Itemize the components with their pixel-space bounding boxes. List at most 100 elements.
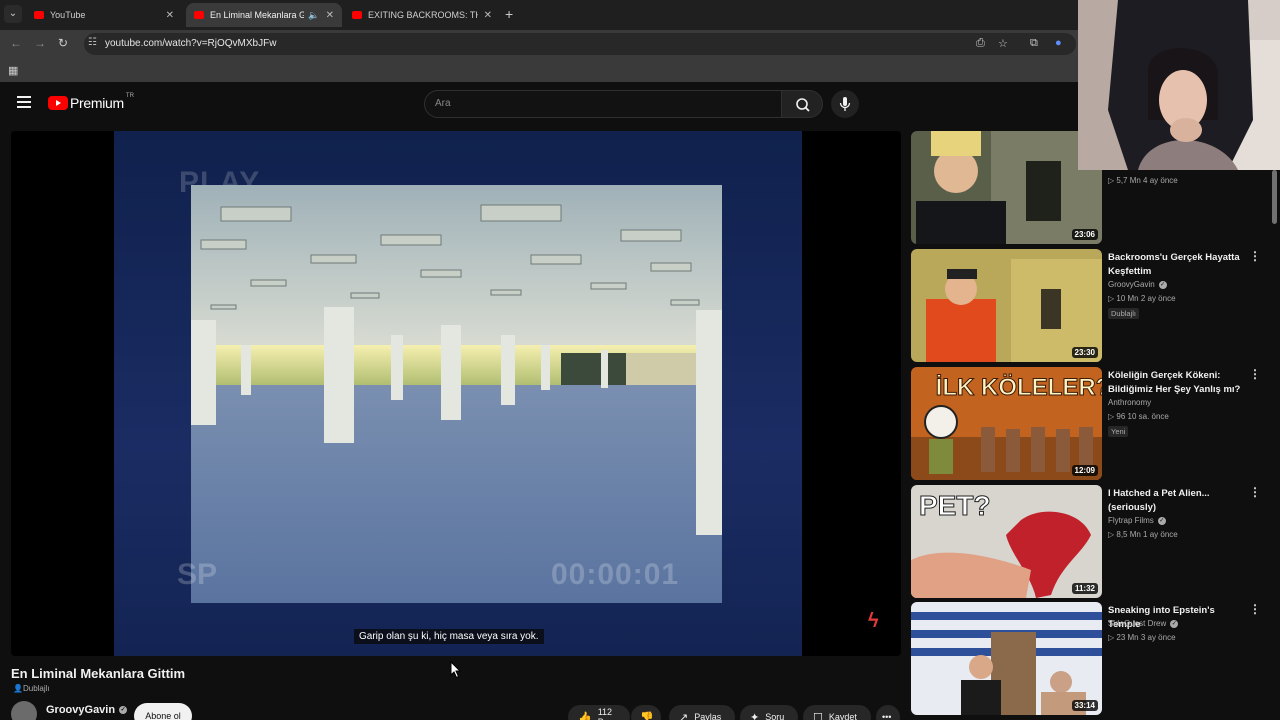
save-button[interactable]: ☐ Kaydet (803, 705, 871, 720)
duration-badge: 33:14 (1071, 700, 1098, 711)
tab-title: EXITING BACKROOMS: THE END (368, 10, 478, 20)
video-thumbnail[interactable]: 33:14 (911, 602, 1102, 715)
url-text[interactable]: youtube.com/watch?v=RjOQvMXbJFw (105, 38, 276, 49)
back-icon[interactable]: ← (10, 36, 22, 50)
subscribe-button[interactable]: Abone ol (134, 703, 192, 720)
video-player[interactable]: PLAY SP 00:00:01 Garip olan şu ki, hiç m… (11, 131, 901, 656)
install-app-icon[interactable]: ⎙ (976, 37, 985, 50)
verified-icon: ✓ (1157, 516, 1166, 525)
share-icon: ↗ (679, 711, 689, 720)
channel-avatar[interactable] (11, 701, 37, 720)
bookmark-star-icon[interactable]: ☆ (998, 37, 1008, 50)
mouse-cursor-icon (450, 661, 462, 679)
youtube-favicon-icon (34, 11, 44, 19)
channel-name[interactable]: GroovyGavin ✓ (1108, 280, 1167, 289)
duration-badge: 11:32 (1071, 583, 1098, 594)
channel-watermark-icon[interactable]: ϟ (868, 610, 879, 633)
reload-icon[interactable]: ↻ (58, 36, 68, 50)
microphone-icon (839, 97, 851, 111)
video-thumbnail[interactable]: PET? 11:32 (911, 485, 1102, 598)
search-input[interactable]: Ara (424, 90, 782, 118)
like-button[interactable]: 👍 112 B (568, 705, 630, 720)
new-tab-button[interactable]: + (505, 6, 513, 22)
more-vertical-icon[interactable]: ⋮ (1249, 250, 1261, 262)
address-bar[interactable]: ☷ youtube.com/watch?v=RjOQvMXbJFw ⎙ ☆ ⧉ … (84, 33, 1076, 55)
menu-icon[interactable] (17, 96, 31, 111)
tab-backrooms[interactable]: EXITING BACKROOMS: THE END ✕ (344, 3, 500, 27)
channel-name[interactable]: SideQuest Drew ✓ (1108, 619, 1179, 628)
video-meta: ▷ 8,5 Mn 1 ay önce (1108, 530, 1178, 539)
video-meta: ▷ 5,7 Mn 4 ay önce (1108, 176, 1178, 185)
more-actions-button[interactable]: ••• (876, 705, 900, 720)
verified-icon: ✓ (119, 706, 128, 715)
channel-name[interactable]: GroovyGavin (46, 704, 115, 716)
speaker-icon[interactable]: 🔈 (308, 10, 319, 21)
video-thumbnail[interactable]: 23:06 (911, 131, 1102, 244)
search-button[interactable] (781, 90, 823, 118)
video-title[interactable]: Backrooms'u Gerçek Hayatta Keşfettim (1108, 251, 1248, 279)
video-thumbnail[interactable]: 23:30 (911, 249, 1102, 362)
tab-search-icon[interactable]: ⌄ (4, 5, 22, 23)
video-title[interactable]: Köleliğin Gerçek Kökeni: Bildiğimiz Her … (1108, 369, 1248, 397)
sidebar-scrollbar[interactable] (1272, 170, 1277, 224)
channel-name[interactable]: Anthronomy (1108, 398, 1151, 407)
youtube-favicon-icon (352, 11, 362, 19)
profile-dot-icon[interactable]: ● (1055, 37, 1062, 49)
tab-title: En Liminal Mekanlara Gittim (210, 10, 305, 20)
video-meta: ▷ 96 10 sa. önce (1108, 412, 1169, 421)
more-vertical-icon[interactable]: ⋮ (1249, 486, 1261, 498)
forward-icon[interactable]: → (34, 36, 46, 50)
youtube-logo[interactable]: Premium TR (48, 93, 134, 111)
video-scene-office (191, 185, 722, 603)
channel-text[interactable]: GroovyGavin (1108, 280, 1155, 289)
more-vertical-icon[interactable]: ⋮ (1249, 368, 1261, 380)
video-title: En Liminal Mekanlara Gittim (11, 666, 186, 681)
dubbed-icon: 👤 (13, 684, 23, 693)
search-icon (796, 98, 810, 112)
verified-icon: ✓ (1170, 619, 1179, 628)
channel-name-row[interactable]: GroovyGavin ✓ (46, 704, 128, 716)
close-tab-icon[interactable]: ✕ (484, 10, 492, 21)
save-label: Kaydet (828, 712, 857, 720)
extensions-icon[interactable]: ⧉ (1030, 37, 1038, 50)
close-tab-icon[interactable]: ✕ (166, 10, 174, 21)
subtitle-caption: Garip olan şu ki, hiç masa veya sıra yok… (354, 629, 544, 644)
like-count: 112 B (597, 707, 613, 720)
ask-label: Soru (765, 712, 785, 720)
more-horizontal-icon: ••• (882, 712, 892, 720)
channel-text[interactable]: Flytrap Films (1108, 516, 1154, 525)
thumbs-up-icon: 👍 (578, 711, 592, 720)
vhs-timecode-overlay: 00:00:01 (551, 558, 680, 591)
tab-youtube[interactable]: YouTube ✕ (26, 3, 182, 27)
site-info-icon[interactable]: ☷ (88, 37, 97, 48)
close-tab-icon[interactable]: ✕ (326, 10, 334, 21)
video-title[interactable]: I Hatched a Pet Alien... (seriously) (1108, 487, 1248, 515)
country-code: TR (125, 93, 134, 99)
sparkle-icon: ✦ (750, 711, 760, 720)
webcam-overlay (1078, 0, 1280, 170)
share-button[interactable]: ↗ Paylaş (669, 705, 735, 720)
video-frame: PLAY SP 00:00:01 (114, 131, 802, 656)
search-placeholder: Ara (435, 98, 451, 109)
more-vertical-icon[interactable]: ⋮ (1249, 603, 1261, 615)
duration-badge: 12:09 (1071, 465, 1098, 476)
tab-title: YouTube (50, 10, 86, 20)
youtube-play-logo-icon (48, 96, 68, 110)
dubbed-text: Dublajlı (22, 684, 50, 693)
channel-text[interactable]: SideQuest Drew (1108, 619, 1166, 628)
logo-text: Premium (70, 95, 124, 111)
dubbed-badge: Dublajlı (1108, 308, 1140, 319)
channel-name[interactable]: Flytrap Films ✓ (1108, 516, 1166, 525)
dislike-button[interactable]: 👎 (631, 705, 661, 720)
apps-grid-icon[interactable]: ▦ (8, 64, 18, 77)
video-thumbnail[interactable]: İLK KÖLELER? 12:09 (911, 367, 1102, 480)
ask-button[interactable]: ✦ Soru (740, 705, 798, 720)
thumbs-down-icon: 👎 (640, 711, 654, 720)
duration-badge: 23:06 (1071, 229, 1098, 240)
youtube-favicon-icon (194, 11, 204, 19)
thumbnail-text: İLK KÖLELER? (936, 374, 1102, 401)
thumbnail-text: PET? (919, 490, 991, 521)
voice-search-button[interactable] (831, 90, 859, 118)
tab-current-video[interactable]: En Liminal Mekanlara Gittim 🔈 ✕ (186, 3, 342, 27)
verified-icon: ✓ (1158, 280, 1167, 289)
